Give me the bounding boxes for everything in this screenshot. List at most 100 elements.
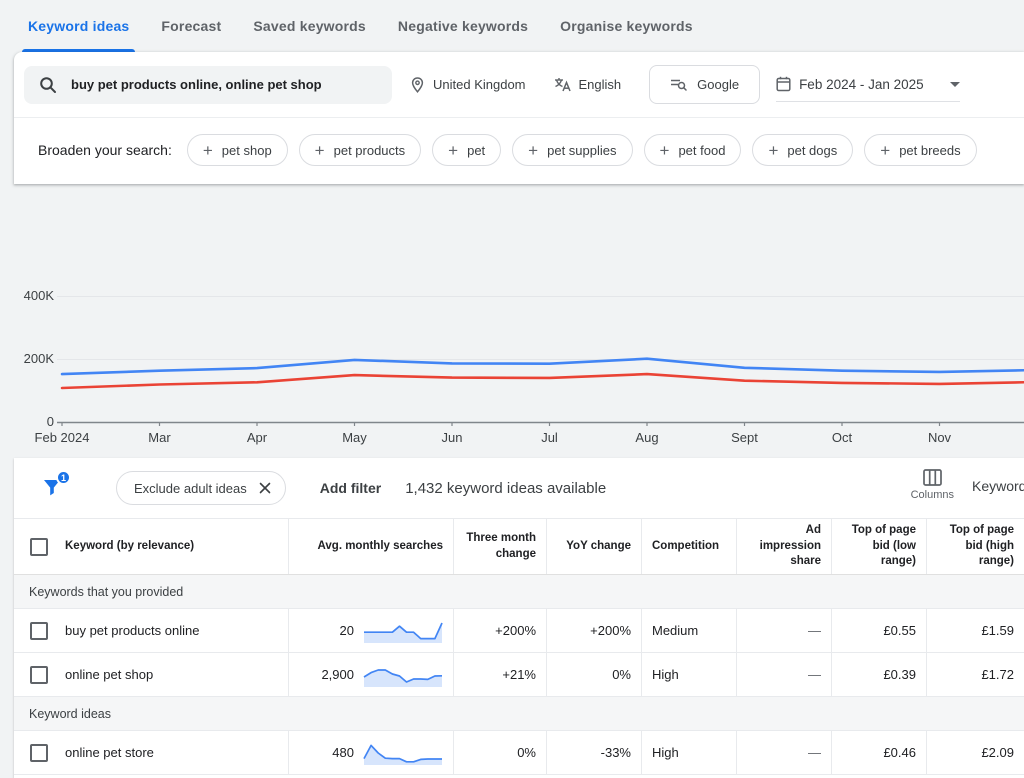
ad-share-value: — xyxy=(808,745,821,760)
three-month-cell: +21% xyxy=(453,653,546,696)
chevron-down-icon xyxy=(950,82,960,87)
competition-cell: High xyxy=(641,731,736,774)
network-selector[interactable]: Google xyxy=(649,65,760,104)
three-month-value: +21% xyxy=(502,667,536,682)
tab-keyword-ideas[interactable]: Keyword ideas xyxy=(12,0,145,52)
bid-high-value: £2.09 xyxy=(981,745,1014,760)
bid-high-value: £1.59 xyxy=(981,623,1014,638)
location-value: United Kingdom xyxy=(433,77,526,92)
competition-cell: High xyxy=(641,653,736,696)
header-ad-impression-share: Ad impression share xyxy=(736,519,831,574)
tab-label: Negative keywords xyxy=(398,18,528,34)
header-label: Keyword (by relevance) xyxy=(65,539,194,555)
three-month-value: +200% xyxy=(495,623,536,638)
filter-bar: 1 Exclude adult ideas Add filter 1,432 k… xyxy=(14,458,1024,518)
bid-high-cell: £2.09 xyxy=(926,731,1024,774)
chip-label: pet food xyxy=(678,143,725,158)
bid-low-value: £0.46 xyxy=(883,745,916,760)
search-input[interactable] xyxy=(69,76,377,93)
chip-label: pet dogs xyxy=(787,143,837,158)
broaden-chip-pet-food[interactable]: + pet food xyxy=(644,134,742,166)
plus-icon: + xyxy=(315,142,325,159)
tab-forecast[interactable]: Forecast xyxy=(145,0,237,52)
location-selector[interactable]: United Kingdom xyxy=(410,77,526,93)
ad-share-cell: — xyxy=(736,731,831,774)
trend-chart-canvas xyxy=(0,184,1024,458)
sparkline-chart xyxy=(363,740,443,766)
competition-cell: Medium xyxy=(641,609,736,652)
bid-low-cell: £0.46 xyxy=(831,731,926,774)
add-filter-button[interactable]: Add filter xyxy=(320,480,381,496)
language-value: English xyxy=(579,77,622,92)
row-checkbox[interactable] xyxy=(30,744,48,762)
date-range-value: Feb 2024 - Jan 2025 xyxy=(799,77,924,92)
yoy-cell: +200% xyxy=(546,609,641,652)
columns-button[interactable]: Columns xyxy=(911,469,954,501)
header-label: Avg. monthly searches xyxy=(318,539,443,555)
keyword-search-box[interactable] xyxy=(24,66,392,104)
x-axis-tick-label: Jul xyxy=(541,430,558,445)
section-keywords-you-provided: Keywords that you provided xyxy=(14,575,1024,609)
sparkline-chart xyxy=(363,618,443,644)
keyword-view-label[interactable]: Keyword xyxy=(972,478,1024,494)
yoy-value: 0% xyxy=(612,667,631,682)
ad-share-value: — xyxy=(808,623,821,638)
broaden-chip-pet-supplies[interactable]: +pet supplies xyxy=(512,134,632,166)
select-all-checkbox[interactable] xyxy=(30,538,48,556)
section-title: Keywords that you provided xyxy=(29,585,183,599)
location-pin-icon xyxy=(410,77,425,93)
header-label: Top of page bid (high range) xyxy=(937,523,1014,570)
bid-high-value: £1.72 xyxy=(981,667,1014,682)
yoy-cell: 0% xyxy=(546,653,641,696)
avg-monthly-value: 20 xyxy=(340,623,354,638)
tab-saved-keywords[interactable]: Saved keywords xyxy=(237,0,382,52)
search-row: United Kingdom English Google Feb 2024 -… xyxy=(14,52,1024,118)
avg-monthly-value: 2,900 xyxy=(321,667,354,682)
ad-share-cell: — xyxy=(736,653,831,696)
ad-share-cell: — xyxy=(736,609,831,652)
three-month-cell: +200% xyxy=(453,609,546,652)
close-icon[interactable] xyxy=(259,482,271,494)
calendar-icon xyxy=(776,76,791,92)
exclude-adult-ideas-chip[interactable]: Exclude adult ideas xyxy=(116,471,286,505)
x-axis-tick-label: May xyxy=(342,430,367,445)
plus-icon: + xyxy=(660,142,670,159)
header-bid-high: Top of page bid (high range) xyxy=(926,519,1024,574)
tab-label: Saved keywords xyxy=(253,18,366,34)
header-label: Ad impression share xyxy=(747,523,821,570)
language-selector[interactable]: English xyxy=(554,77,622,92)
avg-monthly-cell: 480 xyxy=(288,731,453,774)
filter-chip-label: Exclude adult ideas xyxy=(134,481,247,496)
filter-count-badge: 1 xyxy=(56,470,71,485)
table-row[interactable]: online pet store 480 0% -33% High — £0.4… xyxy=(14,731,1024,775)
row-checkbox[interactable] xyxy=(30,622,48,640)
bid-high-cell: £1.59 xyxy=(926,609,1024,652)
tab-label: Forecast xyxy=(161,18,221,34)
x-axis-tick-label: Nov xyxy=(928,430,951,445)
keyword-text: buy pet products online xyxy=(65,623,199,638)
keyword-text: online pet store xyxy=(65,745,154,760)
broaden-chip-pet[interactable]: +pet xyxy=(432,134,501,166)
filter-button[interactable]: 1 xyxy=(40,475,66,501)
table-row[interactable]: buy pet products online 20 +200% +200% M… xyxy=(14,609,1024,653)
ideas-count-text: 1,432 keyword ideas available xyxy=(405,480,606,497)
header-label: YoY change xyxy=(566,539,631,555)
x-axis-tick-label: Mar xyxy=(148,430,170,445)
avg-monthly-cell: 2,900 xyxy=(288,653,453,696)
columns-icon xyxy=(923,469,942,486)
broaden-chip-pet-breeds[interactable]: +pet breeds xyxy=(864,134,976,166)
keyword-cell: online pet store xyxy=(14,731,288,774)
row-checkbox[interactable] xyxy=(30,666,48,684)
network-value: Google xyxy=(697,77,739,92)
date-range-selector[interactable]: Feb 2024 - Jan 2025 xyxy=(776,67,960,102)
tab-negative-keywords[interactable]: Negative keywords xyxy=(382,0,544,52)
broaden-chip-pet-shop[interactable]: +pet shop xyxy=(187,134,288,166)
chip-label: pet shop xyxy=(222,143,272,158)
bid-high-cell: £1.72 xyxy=(926,653,1024,696)
table-row[interactable]: online pet shop 2,900 +21% 0% High — £0.… xyxy=(14,653,1024,697)
blue-trend-line xyxy=(62,359,1024,374)
broaden-chip-pet-dogs[interactable]: +pet dogs xyxy=(752,134,853,166)
header-competition: Competition xyxy=(641,519,736,574)
broaden-chip-pet-products[interactable]: +pet products xyxy=(299,134,421,166)
tab-organise-keywords[interactable]: Organise keywords xyxy=(544,0,709,52)
